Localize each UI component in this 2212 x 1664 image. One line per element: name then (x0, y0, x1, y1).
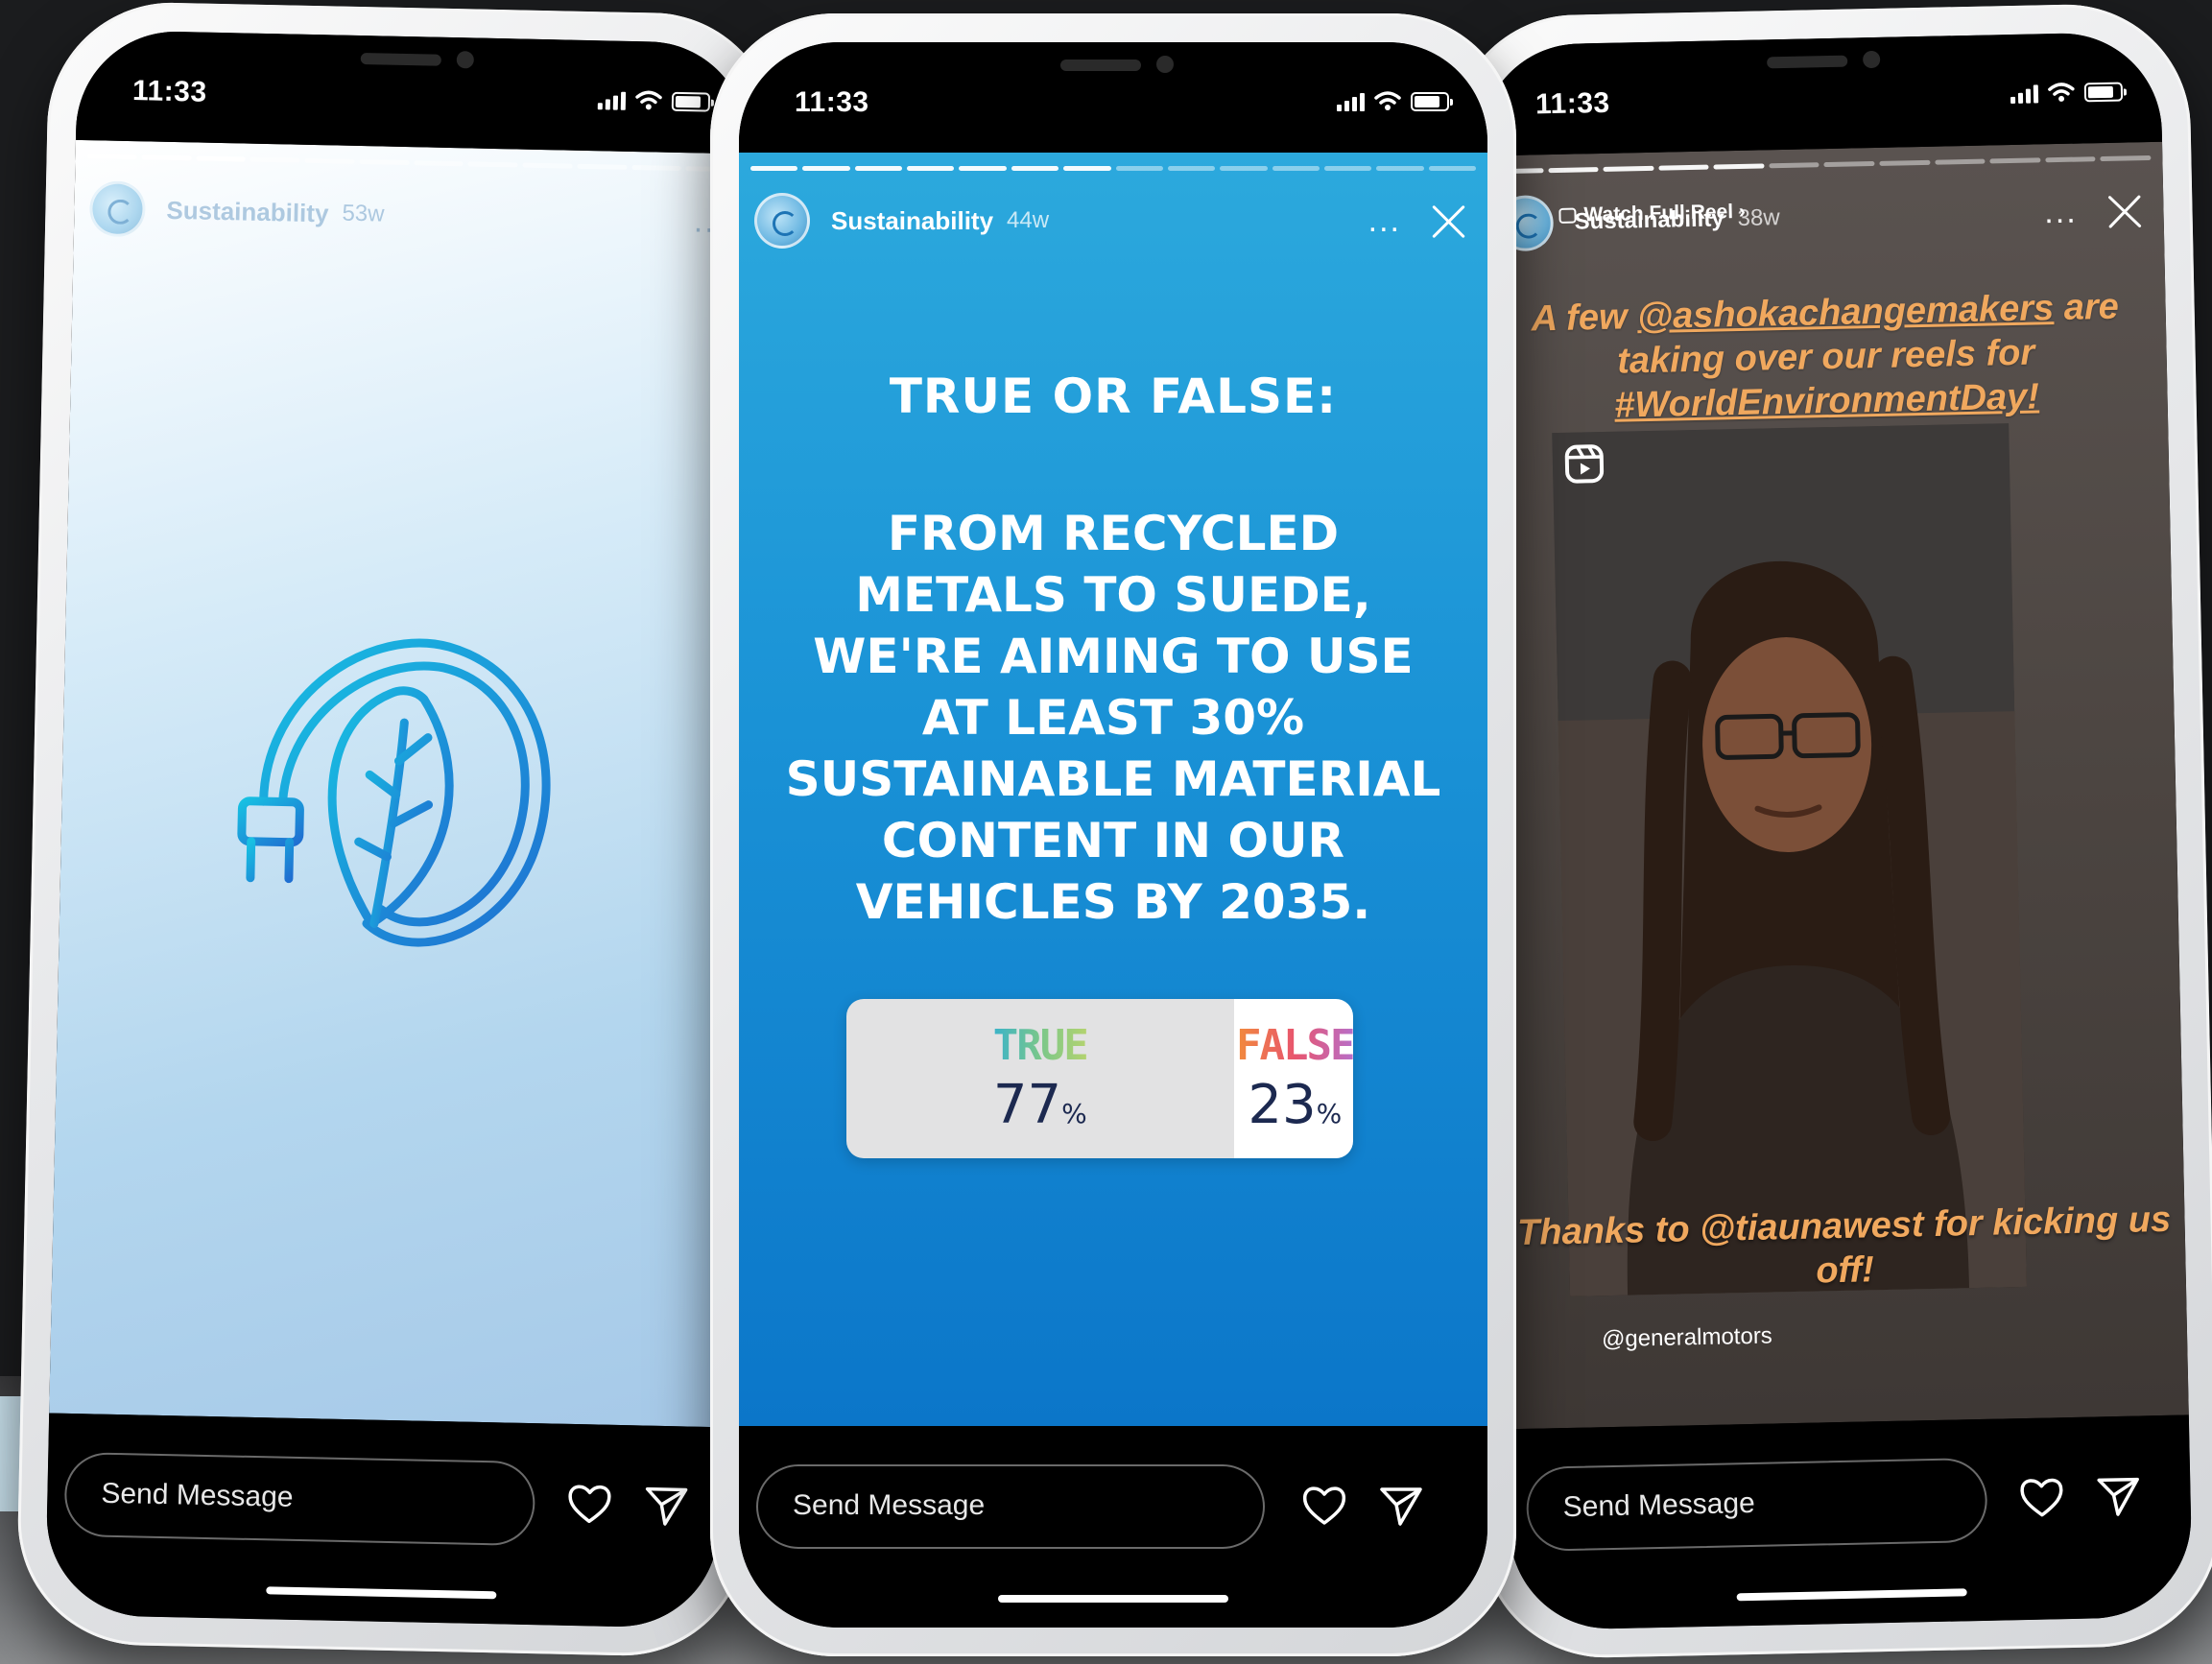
post-age: 44w (1007, 207, 1050, 233)
post-age: 53w (342, 200, 385, 227)
phone-center-screen: 11:33 Sustainability 44w ... TRUE OR FAL… (739, 42, 1487, 1628)
heart-icon[interactable] (2017, 1473, 2066, 1522)
share-icon[interactable] (642, 1482, 691, 1531)
more-options-button[interactable]: ... (2044, 194, 2078, 231)
phone-left: 11:33 Sustainability 53w ... (15, 0, 779, 1658)
status-time: 11:33 (1534, 86, 1610, 121)
caption-top: A few @ashokachangemakers are taking ove… (1531, 286, 2120, 426)
story-content[interactable]: Sustainability 53w ... (49, 139, 748, 1428)
signal-icon (1337, 93, 1365, 111)
battery-icon (1411, 92, 1453, 111)
wifi-icon (2048, 83, 2075, 102)
poll-sticker[interactable]: TRUE 77% FALSE 23% (846, 999, 1353, 1158)
reply-bar: Send Message (1507, 1414, 2194, 1631)
story-progress (750, 166, 1477, 171)
leaf-plug-icon (202, 604, 575, 995)
send-message-input[interactable]: Send Message (63, 1451, 536, 1547)
post-age: 38w (1737, 204, 1780, 232)
reply-bar: Send Message (44, 1413, 722, 1629)
phone-center: 11:33 Sustainability 44w ... TRUE OR FAL… (710, 13, 1516, 1656)
heart-icon[interactable] (1300, 1482, 1348, 1530)
person-image (1552, 423, 2027, 1296)
account-handle[interactable]: @generalmotors (1602, 1323, 1772, 1354)
story-header: Sustainability 44w ... (754, 189, 1468, 252)
poll-true-value: 77% (992, 1074, 1087, 1136)
poll-false-label: FALSE (1236, 1021, 1353, 1070)
notch (1660, 35, 1979, 102)
quiz-statement: FROM RECYCLED METALS TO SUEDE, WE'RE AIM… (785, 506, 1441, 930)
heart-icon[interactable] (565, 1480, 614, 1529)
poll-option-true[interactable]: TRUE 77% (846, 999, 1237, 1158)
wifi-icon (635, 90, 662, 110)
story-progress (86, 154, 736, 173)
share-icon[interactable] (2094, 1471, 2143, 1520)
more-options-button[interactable]: ... (1368, 204, 1401, 237)
wifi-icon (1374, 91, 1401, 110)
send-message-input[interactable]: Send Message (756, 1464, 1265, 1549)
mention-link[interactable]: @ashokachangemakers (1637, 288, 2055, 337)
close-icon[interactable] (2105, 191, 2145, 230)
story-header: Sustainability 38w ... (1497, 178, 2145, 255)
story-content[interactable]: Sustainability 38w ... Watch Full Reel ›… (1481, 141, 2189, 1430)
story-content[interactable]: Sustainability 44w ... TRUE OR FALSE: FR… (739, 153, 1487, 1426)
close-icon[interactable] (1430, 202, 1468, 240)
phone-left-screen: 11:33 Sustainability 53w ... (44, 29, 750, 1629)
reel-video[interactable] (1552, 423, 2027, 1296)
status-time: 11:33 (795, 86, 869, 118)
status-bar: 11:33 (75, 29, 750, 155)
signal-icon (597, 91, 627, 110)
quiz-title: TRUE OR FALSE: (889, 368, 1338, 424)
notch (955, 42, 1272, 102)
status-bar: 11:33 (1478, 31, 2163, 156)
notch (254, 33, 573, 100)
account-name[interactable]: Sustainability (1574, 205, 1724, 235)
poll-false-value: 23% (1248, 1074, 1343, 1136)
home-indicator[interactable] (998, 1595, 1228, 1603)
reply-bar: Send Message (739, 1426, 1487, 1628)
signal-icon (2010, 84, 2039, 105)
avatar[interactable] (754, 193, 810, 249)
reels-icon (1564, 444, 1605, 484)
story-progress (1492, 155, 2152, 175)
battery-icon (2083, 82, 2124, 103)
battery-icon (671, 91, 711, 112)
home-indicator[interactable] (266, 1586, 497, 1600)
poll-option-false[interactable]: FALSE 23% (1236, 999, 1353, 1158)
caption-bottom: Thanks to @tiaunawest for kicking us off… (1516, 1199, 2172, 1292)
phone-right: 11:33 Sustainability 38w ... Watch Full … (1449, 2, 2212, 1660)
status-bar: 11:33 (739, 42, 1487, 153)
hashtag-link[interactable]: #WorldEnvironmentDay! (1614, 376, 2039, 425)
share-icon[interactable] (1377, 1482, 1425, 1530)
quiz-text: TRUE OR FALSE: FROM RECYCLED METALS TO S… (739, 368, 1487, 933)
send-message-input[interactable]: Send Message (1525, 1457, 1988, 1552)
account-name[interactable]: Sustainability (166, 195, 329, 228)
account-name[interactable]: Sustainability (831, 206, 993, 236)
phone-right-screen: 11:33 Sustainability 38w ... Watch Full … (1478, 31, 2194, 1631)
home-indicator[interactable] (1736, 1588, 1967, 1602)
status-time: 11:33 (131, 75, 207, 108)
story-header: Sustainability 53w ... (88, 177, 727, 253)
poll-true-label: TRUE (992, 1021, 1089, 1070)
avatar[interactable] (88, 180, 147, 238)
